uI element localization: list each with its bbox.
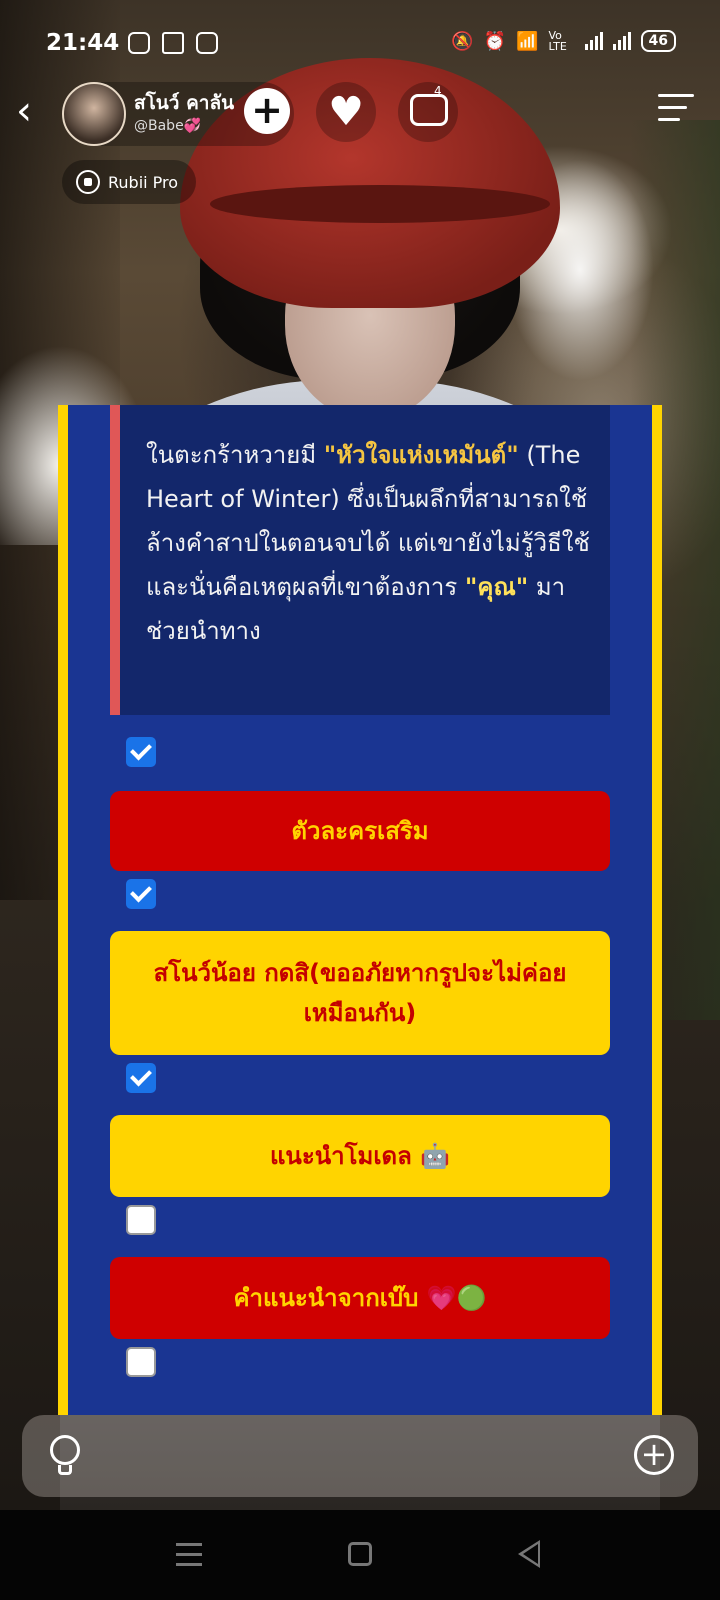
- status-time: 21:44: [46, 30, 120, 56]
- profile-handle: @Babe💞: [134, 118, 202, 134]
- back-triangle-icon[interactable]: [518, 1540, 540, 1568]
- mute-icon: 🔕: [451, 30, 474, 52]
- follow-button[interactable]: +: [244, 88, 290, 134]
- checkbox-option-2[interactable]: [126, 879, 156, 909]
- comments-button[interactable]: 4: [398, 82, 458, 142]
- lightbulb-icon[interactable]: [48, 1435, 82, 1477]
- story-quote: ในตะกร้าหวายมี "หัวใจแห่งเหมันต์" (The H…: [110, 405, 610, 715]
- checkbox-option-4[interactable]: [126, 1205, 156, 1235]
- checkbox-option-5[interactable]: [126, 1347, 156, 1377]
- heart-icon[interactable]: ♥: [316, 82, 376, 142]
- signal-icon-2: [612, 32, 631, 50]
- rubii-pro-badge[interactable]: Rubii Pro: [62, 160, 197, 204]
- checkbox-option-1[interactable]: [126, 737, 156, 767]
- shopping-cart-icon: [162, 32, 184, 54]
- quote-text: ในตะกร้าหวายมี "หัวใจแห่งเหมันต์" (The H…: [146, 433, 601, 653]
- comment-icon: [410, 94, 448, 126]
- message-input-bar[interactable]: +: [22, 1415, 698, 1497]
- checkbox-option-3[interactable]: [126, 1063, 156, 1093]
- alarm-icon: ⏰: [483, 30, 507, 52]
- quote-text-part: ในตะกร้าหวายมี: [146, 441, 324, 469]
- quote-highlight-heart-of-winter: "หัวใจแห่งเหมันต์": [323, 441, 519, 469]
- youtube-icon: [196, 32, 218, 54]
- battery-indicator: 46: [640, 30, 676, 52]
- option-button-babe-tips[interactable]: คำแนะนำจากเบ๊บ 💗🟢: [110, 1257, 610, 1339]
- wifi-icon: 📶: [516, 30, 539, 52]
- menu-icon[interactable]: [658, 94, 694, 130]
- network-label: Vo LTE: [548, 29, 567, 53]
- chat-header: ‹ สโนว์ คาลัน @Babe💞 + ♥ 4: [0, 78, 720, 148]
- avatar[interactable]: [62, 82, 126, 146]
- instagram-icon: [128, 32, 150, 54]
- chevron-left-icon[interactable]: ‹: [16, 88, 56, 138]
- system-nav-bar: [0, 1510, 720, 1600]
- signal-icon: [584, 32, 603, 50]
- comment-count: 4: [434, 84, 442, 98]
- profile-name: สโนว์ คาลัน: [134, 92, 235, 114]
- recent-apps-icon[interactable]: [176, 1543, 202, 1573]
- option-button-supporting-characters[interactable]: ตัวละครเสริม: [110, 791, 610, 871]
- story-card: ในตะกร้าหวายมี "หัวใจแห่งเหมันต์" (The H…: [58, 405, 662, 1415]
- quote-highlight-you: "คุณ": [464, 573, 529, 601]
- rubii-label: Rubii Pro: [108, 172, 179, 192]
- rubii-icon: [76, 170, 100, 194]
- option-button-recommended-model[interactable]: แนะนำโมเดล 🤖: [110, 1115, 610, 1197]
- plus-circle-icon[interactable]: +: [634, 1435, 674, 1475]
- home-icon[interactable]: [348, 1542, 372, 1566]
- option-button-snow-image[interactable]: สโนว์น้อย กดสิ(ขออภัยหากรูปจะไม่ค่อยเหมื…: [110, 931, 610, 1055]
- status-bar: 21:44 🔕 ⏰ 📶 Vo LTE 46: [0, 0, 720, 88]
